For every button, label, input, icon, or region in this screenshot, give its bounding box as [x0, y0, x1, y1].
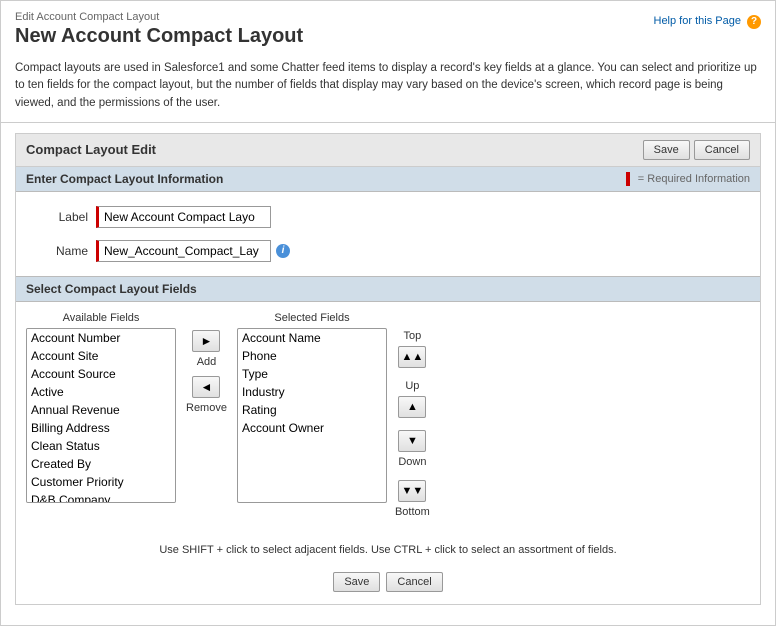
enter-section-header: Enter Compact Layout Information = Requi… — [16, 167, 760, 192]
sort-top-button[interactable]: ▲▲ — [398, 346, 426, 368]
required-indicator: = Required Information — [626, 172, 750, 186]
description-text: Compact layouts are used in Salesforce1 … — [1, 54, 775, 123]
selected-fields-listbox[interactable]: Account Name Phone Type Industry Rating … — [237, 328, 387, 503]
select-section-header: Select Compact Layout Fields — [16, 276, 760, 302]
name-info-icon[interactable]: i — [276, 244, 290, 258]
list-item[interactable]: Account Source — [27, 365, 175, 383]
list-item[interactable]: Created By — [27, 455, 175, 473]
remove-button[interactable]: ◄ — [192, 376, 220, 398]
list-item[interactable]: Industry — [238, 383, 386, 401]
sort-bottom-button[interactable]: ▼▼ — [398, 480, 426, 502]
list-item[interactable]: Clean Status — [27, 437, 175, 455]
sort-up-button[interactable]: ▲ — [398, 396, 426, 418]
page-title: New Account Compact Layout — [15, 25, 761, 48]
help-link-text: Help for this Page — [654, 15, 741, 27]
add-label: Add — [197, 356, 217, 368]
breadcrumb: Edit Account Compact Layout — [15, 11, 761, 23]
list-item[interactable]: Phone — [238, 347, 386, 365]
list-item[interactable]: Customer Priority — [27, 473, 175, 491]
required-bar — [626, 172, 630, 186]
enter-section: Enter Compact Layout Information = Requi… — [16, 167, 760, 276]
save-button-bottom[interactable]: Save — [333, 572, 380, 592]
available-fields-column: Available Fields Account Number Account … — [26, 312, 176, 503]
sort-column: Top ▲▲ Up ▲ ▼ Down ▼▼ Bo — [387, 330, 430, 530]
select-section-title: Select Compact Layout Fields — [26, 282, 197, 296]
sort-up-label: Up — [405, 380, 419, 392]
help-icon: ? — [747, 15, 761, 29]
add-remove-column: ► Add ◄ Remove — [176, 330, 237, 422]
form-section: Label Name i — [16, 192, 760, 276]
name-field-label: Name — [26, 244, 96, 258]
list-item[interactable]: D&B Company — [27, 491, 175, 503]
name-input[interactable] — [96, 240, 271, 262]
available-fields-label: Available Fields — [63, 312, 140, 324]
list-item[interactable]: Rating — [238, 401, 386, 419]
panel-header: Compact Layout Edit Save Cancel — [16, 134, 760, 167]
list-item[interactable]: Account Owner — [238, 419, 386, 437]
hint-text: Use SHIFT + click to select adjacent fie… — [16, 540, 760, 564]
remove-label: Remove — [186, 402, 227, 414]
available-fields-listbox[interactable]: Account Number Account Site Account Sour… — [26, 328, 176, 503]
cancel-button-bottom[interactable]: Cancel — [386, 572, 442, 592]
sort-down-label: Down — [398, 456, 426, 468]
label-field-label: Label — [26, 210, 96, 224]
selected-fields-label: Selected Fields — [274, 312, 349, 324]
sort-up-group: Up ▲ — [398, 380, 426, 422]
enter-section-title: Enter Compact Layout Information — [26, 172, 223, 186]
list-item[interactable]: Account Site — [27, 347, 175, 365]
sort-top-label: Top — [404, 330, 422, 342]
sort-down-group: ▼ Down — [398, 430, 426, 472]
add-button[interactable]: ► — [192, 330, 220, 352]
panel-header-actions: Save Cancel — [643, 140, 750, 160]
save-button-top[interactable]: Save — [643, 140, 690, 160]
list-item[interactable]: Annual Revenue — [27, 401, 175, 419]
sort-top-group: Top ▲▲ — [398, 330, 426, 372]
panel-header-title: Compact Layout Edit — [26, 142, 156, 157]
name-row: Name i — [16, 234, 760, 268]
sort-bottom-group: ▼▼ Bottom — [395, 480, 430, 522]
list-item[interactable]: Account Name — [238, 329, 386, 347]
label-input[interactable] — [96, 206, 271, 228]
selected-fields-column: Selected Fields Account Name Phone Type … — [237, 312, 387, 503]
sort-bottom-label: Bottom — [395, 506, 430, 518]
list-item[interactable]: Type — [238, 365, 386, 383]
bottom-actions: Save Cancel — [16, 564, 760, 604]
select-section: Select Compact Layout Fields Available F… — [16, 276, 760, 564]
help-link[interactable]: Help for this Page ? — [654, 15, 762, 29]
list-item[interactable]: Billing Address — [27, 419, 175, 437]
compact-layout-panel: Compact Layout Edit Save Cancel Enter Co… — [15, 133, 761, 605]
cancel-button-top[interactable]: Cancel — [694, 140, 750, 160]
label-row: Label — [16, 200, 760, 234]
sort-down-button[interactable]: ▼ — [398, 430, 426, 452]
list-item[interactable]: Account Number — [27, 329, 175, 347]
list-item[interactable]: Active — [27, 383, 175, 401]
fields-area: Available Fields Account Number Account … — [16, 302, 760, 540]
